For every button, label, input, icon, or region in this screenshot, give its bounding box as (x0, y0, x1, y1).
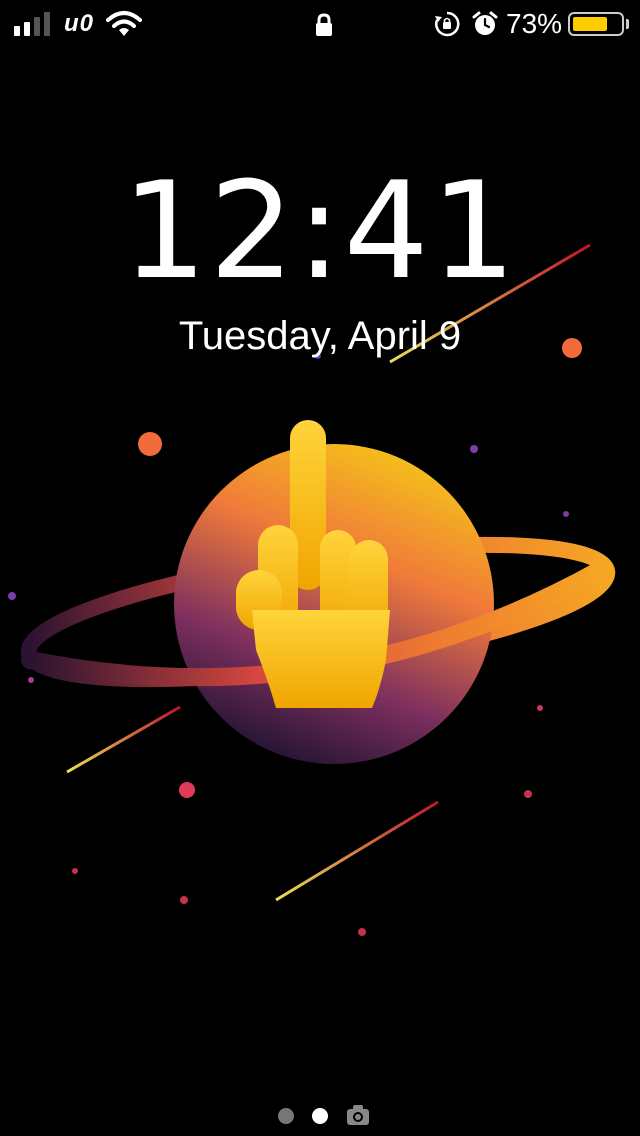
star (138, 432, 162, 456)
star (179, 782, 195, 798)
page-dot-current[interactable] (312, 1108, 328, 1124)
carrier-name: u0 (64, 10, 95, 37)
lock-icon (316, 13, 332, 36)
star (180, 896, 188, 904)
battery-icon (568, 12, 624, 36)
page-indicator[interactable] (0, 1104, 640, 1128)
star (563, 511, 569, 517)
signal-icon (14, 12, 52, 36)
page-dot-widgets[interactable] (278, 1108, 294, 1124)
star (358, 928, 366, 936)
star (8, 592, 16, 600)
lockscreen-date: Tuesday, April 9 (178, 314, 462, 358)
star (72, 868, 78, 874)
star (537, 705, 543, 711)
battery-percentage: 73% (506, 8, 563, 39)
wifi-icon (106, 11, 142, 36)
meteor (66, 705, 181, 774)
alarm-icon (472, 11, 498, 35)
star (524, 790, 532, 798)
lockscreen-time: 12:41 (121, 153, 519, 309)
camera-icon[interactable] (346, 1104, 370, 1126)
battery-nub (626, 19, 629, 29)
status-bar: u0 73% (0, 0, 640, 48)
orientation-lock-icon (435, 11, 460, 37)
star (470, 445, 478, 453)
meteor (275, 800, 439, 902)
star (28, 677, 34, 683)
battery-level-fill (573, 17, 607, 31)
